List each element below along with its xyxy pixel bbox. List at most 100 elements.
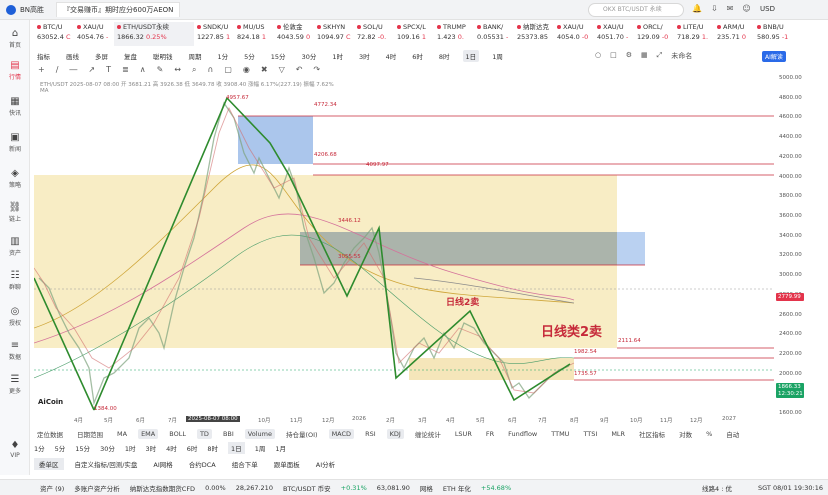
- brush-tool-icon[interactable]: ✎: [157, 65, 164, 77]
- bell-icon[interactable]: 🔔: [692, 4, 702, 13]
- lock-tool-icon[interactable]: ▢: [224, 65, 232, 77]
- toolbar-tab[interactable]: 5分: [241, 50, 258, 62]
- indicator-chip[interactable]: 定位数据: [34, 428, 66, 440]
- fib-tool-icon[interactable]: ≣: [122, 65, 129, 77]
- ticker-item[interactable]: 纳斯达克 25373.85: [514, 22, 554, 46]
- assets-count[interactable]: 资产 (9): [40, 483, 64, 493]
- toolbar-tab[interactable]: 指标: [34, 50, 53, 62]
- currency-selector[interactable]: USD: [760, 5, 775, 13]
- toolbar-tab[interactable]: 1时: [329, 50, 346, 62]
- timeframe-button[interactable]: 30分: [100, 443, 115, 453]
- timeframe-button[interactable]: 3时: [145, 443, 156, 453]
- multi-account-analysis[interactable]: 多账户资产分析: [74, 483, 120, 493]
- indicator-chip[interactable]: Fundflow: [505, 429, 540, 439]
- ticker-item[interactable]: ORCL/129.09 -0: [634, 22, 674, 46]
- ticker-item[interactable]: MU/US 824.18 1: [234, 22, 274, 46]
- ticker-item[interactable]: BANK/0.05531 -: [474, 22, 514, 46]
- indicator-chip[interactable]: KDJ: [386, 429, 404, 439]
- indicator-chip[interactable]: BOLL: [166, 429, 189, 439]
- timeframe-button[interactable]: 4时: [166, 443, 177, 453]
- ticker-item[interactable]: SPCX/L 109.16 1: [394, 22, 434, 46]
- settings-icon[interactable]: ⚙: [626, 51, 632, 61]
- function-tab[interactable]: 跟单面板: [269, 458, 305, 470]
- measure-tool-icon[interactable]: ↔: [174, 65, 181, 77]
- redo-icon[interactable]: ↷: [313, 65, 320, 77]
- toolbar-tab[interactable]: 6时: [409, 50, 426, 62]
- magnet-tool-icon[interactable]: ∩: [207, 65, 213, 77]
- function-tab[interactable]: 委单区: [34, 458, 64, 470]
- layout-icon[interactable]: ▦: [641, 51, 648, 61]
- crosshair-icon[interactable]: +: [38, 65, 45, 77]
- fullscreen-icon[interactable]: ⤢: [657, 51, 663, 61]
- function-tab[interactable]: AI网格: [148, 458, 177, 470]
- ticker-item[interactable]: LITE/U 718.29 1.: [674, 22, 714, 46]
- trash-tool-icon[interactable]: ✖: [261, 65, 268, 77]
- sidebar-item-more[interactable]: ☰ 更多: [0, 374, 30, 395]
- timeframe-button[interactable]: 5分: [55, 443, 66, 453]
- ticker-item[interactable]: ETH/USDT永续 1866.32 0.25%: [114, 22, 194, 46]
- sidebar-item-vip[interactable]: ♦ VIP: [0, 440, 30, 459]
- indicator-chip[interactable]: 日期范围: [74, 428, 106, 440]
- indicator-chip[interactable]: 持仓量(OI): [283, 428, 321, 440]
- ticker-item[interactable]: XAU/U 4054.76 -: [74, 22, 114, 46]
- indicator-chip[interactable]: MA: [114, 429, 130, 439]
- indicator-chip[interactable]: TTMU: [548, 429, 572, 439]
- toolbar-tab[interactable]: 1分: [215, 50, 232, 62]
- sidebar-item-assets[interactable]: ▥ 资产: [0, 236, 30, 257]
- ai-interpret-button[interactable]: AI解读: [762, 51, 786, 62]
- timeframe-button[interactable]: 15分: [75, 443, 90, 453]
- filter-tool-icon[interactable]: ▽: [279, 65, 285, 77]
- search-input[interactable]: OKX BTC/USDT 永续: [588, 3, 684, 17]
- text-tool-icon[interactable]: T: [106, 65, 111, 77]
- timeframe-button[interactable]: 8时: [207, 443, 218, 453]
- indicator-chip[interactable]: TD: [196, 429, 212, 439]
- undo-icon[interactable]: ↶: [296, 65, 303, 77]
- indicator-chip[interactable]: FR: [483, 429, 497, 439]
- toolbar-tab[interactable]: 多屏: [92, 50, 111, 62]
- pattern-tool-icon[interactable]: ∧: [140, 65, 146, 77]
- indicator-chip[interactable]: Volume: [244, 429, 275, 439]
- toolbar-tab[interactable]: 1周: [489, 50, 506, 62]
- function-tab[interactable]: 组合下单: [227, 458, 263, 470]
- timeframe-button[interactable]: 1分: [34, 443, 45, 453]
- sidebar-item-flash[interactable]: ▦ 快讯: [0, 96, 30, 117]
- sidebar-item-chain[interactable]: ⛓ 链上: [0, 202, 30, 223]
- ticker-item[interactable]: XAU/U 4051.70 -: [594, 22, 634, 46]
- toolbar-tab[interactable]: 复盘: [121, 50, 140, 62]
- sidebar-item-chat[interactable]: ☷ 群聊: [0, 270, 30, 291]
- indicator-chip[interactable]: 社区指标: [636, 428, 668, 440]
- timeframe-button[interactable]: 1日: [228, 442, 245, 454]
- toolbar-tab[interactable]: 15分: [268, 50, 289, 62]
- snapshot-icon[interactable]: ○: [595, 51, 601, 61]
- toolbar-tab[interactable]: 30分: [299, 50, 320, 62]
- ticker-item[interactable]: SNDK/U 1227.85 1: [194, 22, 234, 46]
- indicator-chip[interactable]: LSUR: [452, 429, 475, 439]
- mail-icon[interactable]: ✉: [727, 4, 734, 13]
- ticker-item[interactable]: SKHYN 1094.97 C: [314, 22, 354, 46]
- ticker-item[interactable]: BNB/U 580.95 -1: [754, 22, 794, 46]
- indicator-chip[interactable]: MLR: [608, 429, 628, 439]
- indicator-chip[interactable]: 自动: [723, 428, 742, 440]
- ticker-item[interactable]: TRUMP 1.423 0.: [434, 22, 474, 46]
- ticker-item[interactable]: SOL/U 72.82 -0.: [354, 22, 394, 46]
- sidebar-item-news[interactable]: ▣ 新闻: [0, 132, 30, 153]
- toolbar-tab[interactable]: 周期: [186, 50, 205, 62]
- sidebar-item-strategy[interactable]: ◈ 策略: [0, 168, 30, 189]
- indicator-chip[interactable]: RSI: [362, 429, 379, 439]
- news-tab[interactable]: 『交易赚币』期时应分600万AEON: [56, 2, 181, 17]
- ray-tool-icon[interactable]: ↗: [88, 65, 95, 77]
- indicator-chip[interactable]: EMA: [138, 429, 159, 439]
- zoom-tool-icon[interactable]: ⌕: [192, 65, 196, 77]
- toolbar-tab[interactable]: 4时: [383, 50, 400, 62]
- save-icon[interactable]: □: [610, 51, 617, 61]
- toolbar-tab[interactable]: 聪明钱: [150, 50, 176, 62]
- indicator-chip[interactable]: 缠论统计: [412, 428, 444, 440]
- timeframe-button[interactable]: 1周: [255, 443, 266, 453]
- ticker-item[interactable]: 伦敦金 4043.59 0: [274, 22, 314, 46]
- timeframe-button[interactable]: 6时: [187, 443, 198, 453]
- layout-name[interactable]: 未命名: [671, 51, 692, 61]
- indicator-chip[interactable]: TTSI: [580, 429, 600, 439]
- ticker-item[interactable]: ARM/U 235.71 0: [714, 22, 754, 46]
- hline-tool-icon[interactable]: ―: [69, 65, 77, 77]
- price-chart[interactable]: [34, 78, 774, 418]
